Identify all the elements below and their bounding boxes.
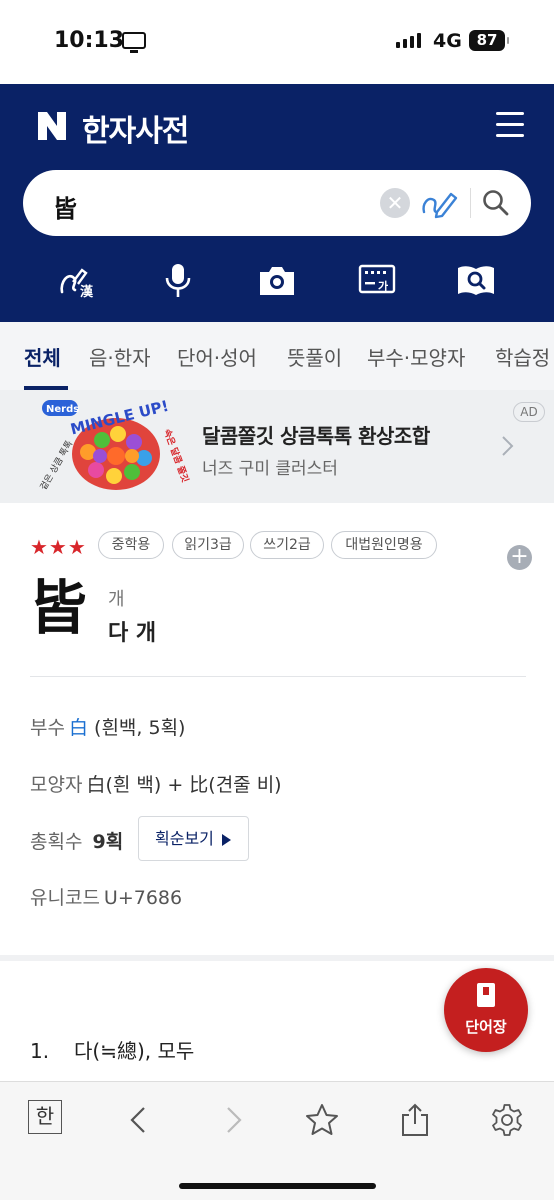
wordbook-button[interactable]: 단어장 xyxy=(444,968,528,1052)
shape-row: 모양자 白(흰 백) + 比(견줄 비) xyxy=(30,770,282,797)
tab-definition[interactable]: 뜻풀이 xyxy=(287,342,342,371)
status-bar: 10:13 4G 87 xyxy=(0,0,554,84)
microphone-icon[interactable] xyxy=(158,262,198,300)
tab-sound-hanja[interactable]: 음·한자 xyxy=(89,342,151,371)
shape-label: 모양자 xyxy=(30,774,83,796)
chevron-right-icon[interactable] xyxy=(498,434,516,458)
svg-text:겉은 상큼 톡톡: 겉은 상큼 톡톡 xyxy=(37,438,75,492)
forward-arrow-icon[interactable] xyxy=(214,1102,250,1138)
keyboard-icon[interactable]: 가 xyxy=(357,262,397,300)
input-tool-row: 漢 가 xyxy=(0,262,554,302)
tab-all[interactable]: 전체 xyxy=(24,342,61,371)
hanja-character: 皆 xyxy=(29,574,88,642)
home-indicator[interactable] xyxy=(179,1183,376,1189)
tab-word-idiom[interactable]: 단어·성어 xyxy=(177,342,257,371)
unicode-value: U+7686 xyxy=(103,887,183,909)
ad-badge[interactable]: AD xyxy=(513,402,545,422)
definition-item: 1. 다(≒總), 모두 xyxy=(30,1035,194,1064)
stroke-order-label: 획순보기 xyxy=(155,829,214,848)
browser-toolbar: 한 xyxy=(0,1081,554,1200)
search-query[interactable]: 皆 xyxy=(53,189,77,224)
status-time: 10:13 xyxy=(54,28,125,53)
battery-icon: 87 xyxy=(469,30,509,51)
back-arrow-icon[interactable] xyxy=(122,1102,158,1138)
tag-name-usage[interactable]: 대법원인명용 xyxy=(331,531,437,559)
ad-title[interactable]: 달콤쫄깃 상큼톡톡 환상조합 xyxy=(202,420,430,449)
bookmark-star-icon[interactable] xyxy=(304,1102,340,1138)
strokes-label: 총획수 xyxy=(30,831,83,853)
unicode-label: 유니코드 xyxy=(30,887,100,909)
camera-icon[interactable] xyxy=(257,262,297,300)
importance-stars: ★★★ xyxy=(30,535,87,559)
stroke-order-button[interactable]: 획순보기 xyxy=(138,816,249,861)
share-icon[interactable] xyxy=(397,1102,433,1138)
bookmark-icon xyxy=(477,983,495,1007)
hangul-keyboard-button[interactable]: 한 xyxy=(28,1100,62,1134)
hanja-meaning: 다 개 xyxy=(108,621,157,646)
definition-number: 1. xyxy=(30,1039,50,1063)
section-divider xyxy=(0,955,554,961)
wordbook-label: 단어장 xyxy=(465,1018,507,1036)
ad-subtitle[interactable]: 너즈 구미 클러스터 xyxy=(202,454,338,479)
unicode-row: 유니코드 U+7686 xyxy=(30,883,182,910)
tag-reading-level[interactable]: 읽기3급 xyxy=(172,531,244,559)
radical-row: 부수 白 (흰백, 5획) xyxy=(30,713,185,740)
radical-label: 부수 xyxy=(30,717,65,739)
naver-logo-icon[interactable] xyxy=(38,112,66,140)
settings-gear-icon[interactable] xyxy=(489,1102,525,1138)
add-to-wordbook-button[interactable]: + xyxy=(507,545,532,570)
handwriting-input-icon[interactable] xyxy=(420,186,460,220)
clear-search-button[interactable]: ✕ xyxy=(380,188,410,218)
tab-study[interactable]: 학습정 xyxy=(495,342,550,371)
svg-text:Nerds: Nerds xyxy=(46,404,79,415)
page-title[interactable]: 한자사전 xyxy=(82,106,189,150)
divider xyxy=(30,676,526,677)
menu-button[interactable] xyxy=(496,112,524,138)
cellular-signal-icon xyxy=(396,33,421,48)
category-tab-bar: 전체 음·한자 단어·성어 뜻풀이 부수·모양자 학습정 xyxy=(0,322,554,390)
ad-banner[interactable]: Nerds MINGLE UP! 겉은 상큼 톡톡 속은 달콤 쫄깃 달콤쫄깃 … xyxy=(0,390,554,503)
radical-link[interactable]: 白 xyxy=(69,717,88,739)
strokes-value: 9획 xyxy=(92,831,124,853)
radical-description: (흰백, 5획) xyxy=(94,717,186,739)
network-type: 4G xyxy=(433,30,462,52)
svg-text:속은 달콤 쫄깃: 속은 달콤 쫄깃 xyxy=(161,427,191,484)
strokes-row: 총획수 9획 xyxy=(30,827,123,854)
book-search-icon[interactable] xyxy=(456,262,496,300)
tag-middle-school[interactable]: 중학용 xyxy=(98,531,164,559)
hanja-handwriting-icon[interactable]: 漢 xyxy=(58,262,98,300)
search-divider xyxy=(470,188,471,218)
svg-text:가: 가 xyxy=(378,279,388,293)
search-icon[interactable] xyxy=(481,188,511,218)
screen-mirroring-icon xyxy=(122,32,146,53)
svg-text:漢: 漢 xyxy=(80,284,94,300)
search-input[interactable]: 皆 ✕ xyxy=(23,170,531,236)
play-icon xyxy=(221,833,231,846)
ad-product-image[interactable]: Nerds MINGLE UP! 겉은 상큼 톡톡 속은 달콤 쫄깃 xyxy=(36,392,192,500)
definition-text: 다(≒總), 모두 xyxy=(74,1039,195,1063)
tag-writing-level[interactable]: 쓰기2급 xyxy=(250,531,324,559)
hanja-reading: 개 xyxy=(108,589,125,610)
tab-radical-shape[interactable]: 부수·모양자 xyxy=(367,342,465,371)
shape-value: 白(흰 백) + 比(견줄 비) xyxy=(86,774,282,796)
